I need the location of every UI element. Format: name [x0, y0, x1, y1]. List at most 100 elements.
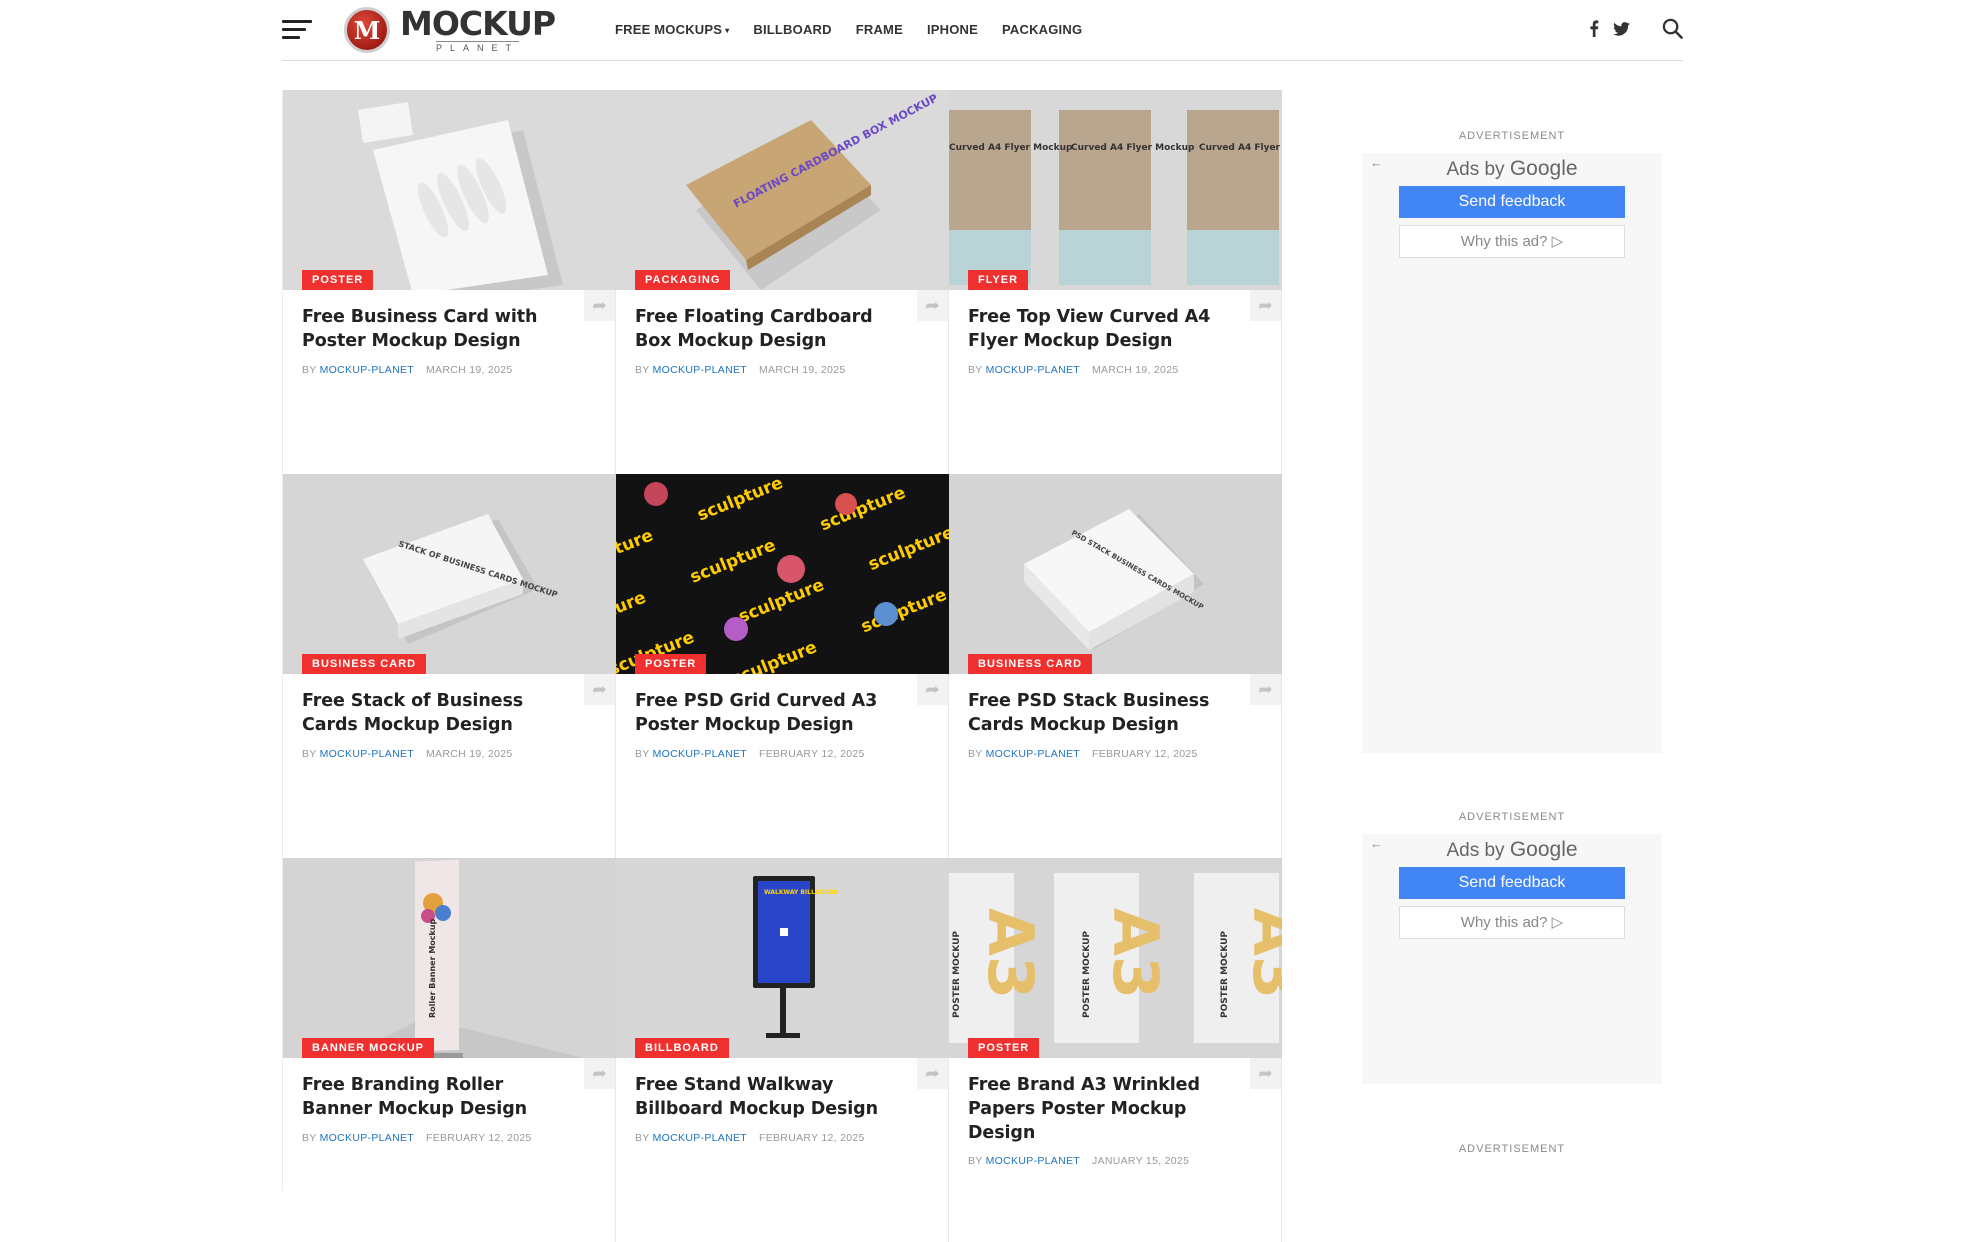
- main-nav: FREE MOCKUPS ▾ BILLBOARD FRAME IPHONE PAC…: [615, 22, 1106, 37]
- post-card[interactable]: sculpture sculpture sculpture sculpture …: [616, 474, 949, 858]
- post-author[interactable]: MOCKUP-PLANET: [653, 748, 747, 760]
- share-icon[interactable]: ➦: [917, 674, 948, 705]
- post-title[interactable]: Free Branding Roller Banner Mockup Desig…: [302, 1073, 567, 1121]
- post-date: MARCH 19, 2025: [1091, 364, 1179, 376]
- search-icon[interactable]: [1662, 18, 1683, 44]
- post-thumbnail[interactable]: FLOATING CARDBOARD BOX MOCKUP: [616, 90, 949, 290]
- nav-free-mockups[interactable]: FREE MOCKUPS ▾: [615, 22, 729, 37]
- post-card[interactable]: Curved A4 Flyer Mockup Curved A4 Flyer M…: [949, 90, 1282, 474]
- post-title[interactable]: Free Top View Curved A4 Flyer Mockup Des…: [968, 305, 1233, 353]
- post-card[interactable]: STACK OF BUSINESS CARDS MOCKUP BUSINESS …: [283, 474, 616, 858]
- post-author[interactable]: MOCKUP-PLANET: [320, 1132, 414, 1144]
- by-label: BY: [302, 748, 317, 760]
- post-thumbnail[interactable]: STACK OF BUSINESS CARDS MOCKUP: [283, 474, 616, 674]
- post-date: FEBRUARY 12, 2025: [1091, 748, 1198, 760]
- google-logo: Google: [1509, 838, 1578, 861]
- post-thumbnail[interactable]: sculpture sculpture sculpture sculpture …: [616, 474, 949, 674]
- post-meta: BY MOCKUP-PLANET FEBRUARY 12, 2025: [968, 748, 1198, 760]
- category-badge[interactable]: FLYER: [968, 270, 1029, 290]
- post-author[interactable]: MOCKUP-PLANET: [320, 364, 414, 376]
- post-title[interactable]: Free PSD Grid Curved A3 Poster Mockup De…: [635, 689, 900, 737]
- twitter-icon[interactable]: [1613, 21, 1630, 41]
- post-card[interactable]: WALKWAY BILLBOARD BILLBOARD ➦ Free Stand…: [616, 858, 949, 1242]
- post-author[interactable]: MOCKUP-PLANET: [653, 1132, 747, 1144]
- post-meta: BY MOCKUP-PLANET MARCH 19, 2025: [302, 364, 512, 376]
- post-meta: BY MOCKUP-PLANET FEBRUARY 12, 2025: [302, 1132, 532, 1144]
- by-label: BY: [635, 364, 650, 376]
- category-badge[interactable]: POSTER: [635, 654, 707, 674]
- post-thumbnail[interactable]: A3 A3 A3 POSTER MOCKUP POSTER MOCKUP POS…: [949, 858, 1282, 1058]
- post-author[interactable]: MOCKUP-PLANET: [653, 364, 747, 376]
- share-icon[interactable]: ➦: [1250, 290, 1281, 321]
- site-logo[interactable]: M MOCKUP PLANET: [344, 6, 556, 54]
- ad-label: ADVERTISEMENT: [1458, 811, 1566, 823]
- post-title[interactable]: Free Floating Cardboard Box Mockup Desig…: [635, 305, 900, 353]
- post-card[interactable]: Roller Banner Mockup BANNER MOCKUP ➦ Fre…: [283, 858, 616, 1242]
- category-badge[interactable]: POSTER: [968, 1038, 1040, 1058]
- site-header: M MOCKUP PLANET FREE MOCKUPS ▾ BILLBOARD …: [282, 0, 1683, 61]
- ads-by-google: Ads by Google: [1362, 838, 1662, 862]
- post-card[interactable]: POSTER ➦ Free Business Card with Poster …: [283, 90, 616, 474]
- post-thumbnail[interactable]: Roller Banner Mockup: [283, 858, 616, 1058]
- share-icon[interactable]: ➦: [1250, 1058, 1281, 1089]
- post-author[interactable]: MOCKUP-PLANET: [986, 748, 1080, 760]
- post-date: MARCH 19, 2025: [425, 364, 513, 376]
- poster-mockup-label: POSTER MOCKUP: [1082, 931, 1092, 1018]
- nav-billboard[interactable]: BILLBOARD: [753, 22, 831, 37]
- nav-frame[interactable]: FRAME: [856, 22, 903, 37]
- post-date: MARCH 19, 2025: [425, 748, 513, 760]
- post-card[interactable]: A3 A3 A3 POSTER MOCKUP POSTER MOCKUP POS…: [949, 858, 1282, 1242]
- nav-free-mockups-label: FREE MOCKUPS: [615, 22, 723, 37]
- post-meta: BY MOCKUP-PLANET MARCH 19, 2025: [635, 364, 845, 376]
- poster-mockup-label: POSTER MOCKUP: [952, 931, 962, 1018]
- post-meta: BY MOCKUP-PLANET MARCH 19, 2025: [302, 748, 512, 760]
- post-title[interactable]: Free Brand A3 Wrinkled Papers Poster Moc…: [968, 1073, 1233, 1145]
- share-icon[interactable]: ➦: [584, 674, 615, 705]
- logo-subtitle: PLANET: [436, 41, 520, 53]
- post-thumbnail[interactable]: WALKWAY BILLBOARD: [616, 858, 949, 1058]
- post-card[interactable]: PSD STACK BUSINESS CARDS MOCKUP BUSINESS…: [949, 474, 1282, 858]
- post-thumbnail[interactable]: [283, 90, 616, 290]
- send-feedback-button[interactable]: Send feedback: [1399, 186, 1625, 218]
- google-logo: Google: [1509, 157, 1578, 180]
- post-meta: BY MOCKUP-PLANET FEBRUARY 12, 2025: [635, 1132, 865, 1144]
- nav-packaging[interactable]: PACKAGING: [1002, 22, 1082, 37]
- send-feedback-button[interactable]: Send feedback: [1399, 867, 1625, 899]
- post-meta: BY MOCKUP-PLANET JANUARY 15, 2025: [968, 1155, 1189, 1167]
- by-label: BY: [635, 1132, 650, 1144]
- category-badge[interactable]: BUSINESS CARD: [968, 654, 1093, 674]
- a3-label: A3: [974, 908, 1047, 999]
- why-this-ad-button[interactable]: Why this ad? ▷: [1399, 225, 1625, 258]
- share-icon[interactable]: ➦: [584, 1058, 615, 1089]
- post-author[interactable]: MOCKUP-PLANET: [986, 364, 1080, 376]
- post-title[interactable]: Free Stand Walkway Billboard Mockup Desi…: [635, 1073, 900, 1121]
- flyer-label: Curved A4 Flyer Mockup: [1199, 143, 1282, 153]
- share-icon[interactable]: ➦: [1250, 674, 1281, 705]
- post-author[interactable]: MOCKUP-PLANET: [320, 748, 414, 760]
- category-badge[interactable]: BUSINESS CARD: [302, 654, 427, 674]
- post-author[interactable]: MOCKUP-PLANET: [986, 1155, 1080, 1167]
- post-title[interactable]: Free Business Card with Poster Mockup De…: [302, 305, 567, 353]
- menu-icon[interactable]: [282, 20, 312, 40]
- post-date: FEBRUARY 12, 2025: [425, 1132, 532, 1144]
- category-badge[interactable]: PACKAGING: [635, 270, 731, 290]
- post-thumbnail[interactable]: Curved A4 Flyer Mockup Curved A4 Flyer M…: [949, 90, 1282, 290]
- post-thumbnail[interactable]: PSD STACK BUSINESS CARDS MOCKUP: [949, 474, 1282, 674]
- nav-iphone[interactable]: IPHONE: [927, 22, 978, 37]
- post-grid: POSTER ➦ Free Business Card with Poster …: [282, 90, 1283, 1242]
- poster-mockup-label: POSTER MOCKUP: [1220, 931, 1230, 1018]
- flyer-label: Curved A4 Flyer Mockup: [949, 143, 1073, 153]
- facebook-icon[interactable]: [1589, 20, 1599, 42]
- by-label: BY: [302, 364, 317, 376]
- category-badge[interactable]: BILLBOARD: [635, 1038, 729, 1058]
- share-icon[interactable]: ➦: [917, 1058, 948, 1089]
- post-card[interactable]: FLOATING CARDBOARD BOX MOCKUP PACKAGING …: [616, 90, 949, 474]
- category-badge[interactable]: POSTER: [302, 270, 374, 290]
- post-title[interactable]: Free Stack of Business Cards Mockup Desi…: [302, 689, 567, 737]
- why-this-ad-button[interactable]: Why this ad? ▷: [1399, 906, 1625, 939]
- post-title[interactable]: Free PSD Stack Business Cards Mockup Des…: [968, 689, 1233, 737]
- a3-label: A3: [1099, 908, 1172, 999]
- share-icon[interactable]: ➦: [584, 290, 615, 321]
- share-icon[interactable]: ➦: [917, 290, 948, 321]
- category-badge[interactable]: BANNER MOCKUP: [302, 1038, 434, 1058]
